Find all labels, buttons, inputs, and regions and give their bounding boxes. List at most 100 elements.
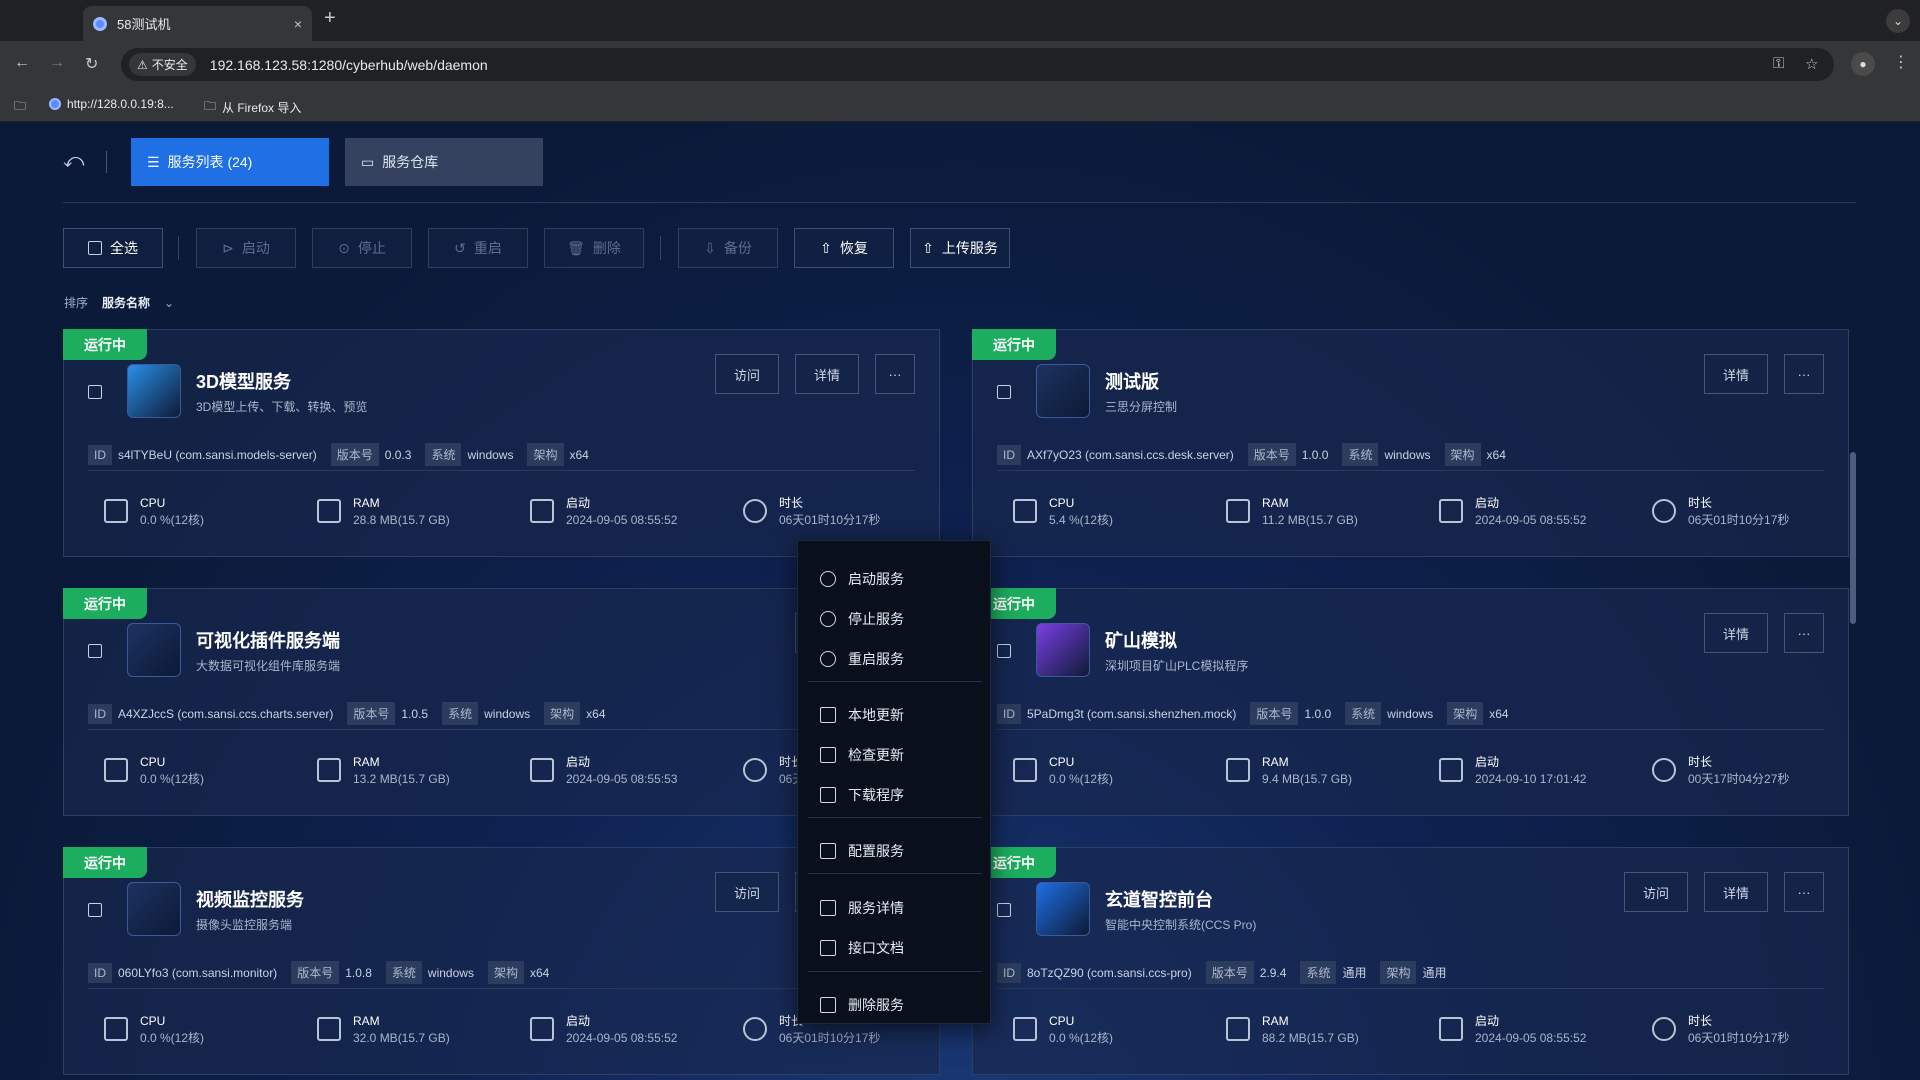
ram-icon bbox=[317, 758, 341, 782]
profile-icon[interactable]: ● bbox=[1851, 52, 1875, 76]
divider bbox=[997, 988, 1824, 989]
tab-service-repo[interactable]: ▭ 服务仓库 bbox=[345, 138, 543, 186]
cpu-stat: CPU 5.4 %(12核) bbox=[1013, 495, 1113, 529]
service-meta: ID 8oTzQZ90 (com.sansi.ccs-pro) 版本号 2.9.4 … bbox=[997, 960, 1824, 985]
insecure-badge[interactable]: ⚠ 不安全 bbox=[129, 53, 196, 76]
version-value: 1.0.0 bbox=[1304, 706, 1332, 721]
detail-button[interactable]: 详情 bbox=[1704, 354, 1768, 394]
timer-icon bbox=[1652, 758, 1676, 782]
delete-button[interactable]: 🗑 删除 bbox=[544, 228, 644, 268]
start-time-stat: 启动 2024-09-05 08:55:52 bbox=[530, 1013, 677, 1047]
start-button[interactable]: ⊳ 启动 bbox=[196, 228, 296, 268]
id-label: ID bbox=[997, 703, 1021, 724]
undo-back-icon[interactable]: ⤺ bbox=[63, 150, 84, 173]
url-text[interactable]: 192.168.123.58:1280/cyberhub/web/daemon bbox=[210, 57, 488, 73]
detail-button[interactable]: 详情 bbox=[1704, 613, 1768, 653]
service-app-icon bbox=[127, 623, 181, 677]
visit-button[interactable]: 访问 bbox=[715, 872, 779, 912]
more-button[interactable]: ··· bbox=[1784, 613, 1824, 653]
version-label: 版本号 bbox=[330, 443, 379, 466]
card-checkbox[interactable] bbox=[88, 385, 102, 399]
address-bar[interactable]: ⚠ 不安全 192.168.123.58:1280/cyberhub/web/da… bbox=[121, 48, 1834, 81]
service-subtitle: 智能中央控制系统(CCS Pro) bbox=[1105, 918, 1257, 932]
card-checkbox[interactable] bbox=[88, 644, 102, 658]
visit-button[interactable]: 访问 bbox=[715, 354, 779, 394]
visit-button[interactable]: 访问 bbox=[1624, 872, 1688, 912]
upload-icon: ⇧ bbox=[922, 239, 934, 256]
bookmark-item-firefox[interactable]: 🗀 从 Firefox 导入 bbox=[204, 97, 301, 118]
ram-icon bbox=[317, 499, 341, 523]
system-value: windows bbox=[484, 706, 531, 721]
bookmark-item[interactable]: http://128.0.0.19:8... bbox=[49, 97, 174, 111]
menu-item-service-detail[interactable]: 服务详情 bbox=[820, 898, 904, 918]
menu-item-check-update[interactable]: 检查更新 bbox=[820, 745, 904, 765]
sort-value[interactable]: 服务名称 bbox=[102, 294, 150, 311]
api-docs-icon bbox=[820, 940, 836, 956]
card-checkbox[interactable] bbox=[997, 385, 1011, 399]
menu-item-start-service[interactable]: 启动服务 bbox=[820, 569, 904, 589]
service-app-icon bbox=[1036, 364, 1090, 418]
service-subtitle: 三思分屏控制 bbox=[1105, 400, 1178, 414]
restart-service-icon bbox=[820, 651, 836, 667]
divider bbox=[178, 236, 179, 260]
duration-stat: 时长06天01时10分17秒 bbox=[743, 495, 880, 529]
select-all-button[interactable]: 全选 bbox=[63, 228, 163, 268]
menu-item-config-service[interactable]: 配置服务 bbox=[820, 841, 904, 861]
sort-control[interactable]: 排序 服务名称 ⌄ bbox=[64, 294, 174, 311]
ram-icon bbox=[1226, 758, 1250, 782]
restart-button[interactable]: ↺ 重启 bbox=[428, 228, 528, 268]
local-update-icon bbox=[820, 707, 836, 723]
cpu-icon bbox=[104, 758, 128, 782]
tab-close-icon[interactable]: × bbox=[294, 16, 302, 32]
new-tab-button[interactable]: + bbox=[324, 7, 336, 30]
browser-tab[interactable]: 58测试机 × bbox=[83, 6, 312, 41]
detail-button[interactable]: 详情 bbox=[1704, 872, 1768, 912]
arch-value: 通用 bbox=[1422, 966, 1447, 980]
card-checkbox[interactable] bbox=[88, 903, 102, 917]
browser-menu-icon[interactable]: ⋮ bbox=[1893, 52, 1909, 72]
tab-service-list[interactable]: ☰ 服务列表 (24) bbox=[131, 138, 329, 186]
back-icon[interactable]: ← bbox=[14, 54, 30, 72]
card-checkbox[interactable] bbox=[997, 903, 1011, 917]
bookmark-star-icon[interactable]: ☆ bbox=[1805, 55, 1818, 73]
divider bbox=[88, 988, 915, 989]
service-detail-icon bbox=[820, 900, 836, 916]
menu-item-api-docs[interactable]: 接口文档 bbox=[820, 938, 904, 958]
detail-button[interactable]: 详情 bbox=[795, 354, 859, 394]
backup-button[interactable]: ⇩ 备份 bbox=[678, 228, 778, 268]
folder-icon: 🗀 bbox=[204, 99, 217, 113]
scrollbar[interactable] bbox=[1850, 452, 1856, 624]
timer-icon bbox=[743, 499, 767, 523]
arch-value: x64 bbox=[529, 965, 550, 980]
menu-item-local-update[interactable]: 本地更新 bbox=[820, 705, 904, 725]
more-button[interactable]: ··· bbox=[1784, 872, 1824, 912]
forward-icon[interactable]: → bbox=[49, 54, 65, 72]
menu-item-restart-service[interactable]: 重启服务 bbox=[820, 649, 904, 669]
divider bbox=[997, 470, 1824, 471]
stop-button[interactable]: ⊙ 停止 bbox=[312, 228, 412, 268]
upload-service-button[interactable]: ⇧ 上传服务 bbox=[910, 228, 1010, 268]
folder-icon[interactable]: 🗀 bbox=[14, 97, 26, 118]
service-meta: ID s4lTYBeU (com.sansi.models-server) 版本号… bbox=[88, 442, 915, 467]
more-button[interactable]: ··· bbox=[1784, 354, 1824, 394]
menu-item-delete-service[interactable]: 删除服务 bbox=[820, 995, 904, 1015]
delete-service-icon bbox=[820, 997, 836, 1013]
menu-item-download-program[interactable]: 下载程序 bbox=[820, 785, 904, 805]
timer-icon bbox=[1652, 1017, 1676, 1041]
reload-icon[interactable]: ↻ bbox=[85, 54, 98, 74]
divider bbox=[997, 729, 1824, 730]
service-meta: ID 060LYfo3 (com.sansi.monitor) 版本号 1.0.8 … bbox=[88, 960, 915, 985]
version-value: 0.0.3 bbox=[384, 447, 412, 462]
start-service-icon bbox=[820, 571, 836, 587]
more-button[interactable]: ··· bbox=[875, 354, 915, 394]
key-icon[interactable]: ⚿ bbox=[1773, 55, 1784, 72]
calendar-icon bbox=[1439, 758, 1463, 782]
divider bbox=[660, 236, 661, 260]
restore-button[interactable]: ⇧ 恢复 bbox=[794, 228, 894, 268]
tab-search-icon[interactable]: ⌄ bbox=[1886, 9, 1910, 33]
ram-icon bbox=[317, 1017, 341, 1041]
menu-item-stop-service[interactable]: 停止服务 bbox=[820, 609, 904, 629]
cpu-stat: CPU 0.0 %(12核) bbox=[104, 495, 204, 529]
service-app-icon bbox=[127, 882, 181, 936]
card-checkbox[interactable] bbox=[997, 644, 1011, 658]
